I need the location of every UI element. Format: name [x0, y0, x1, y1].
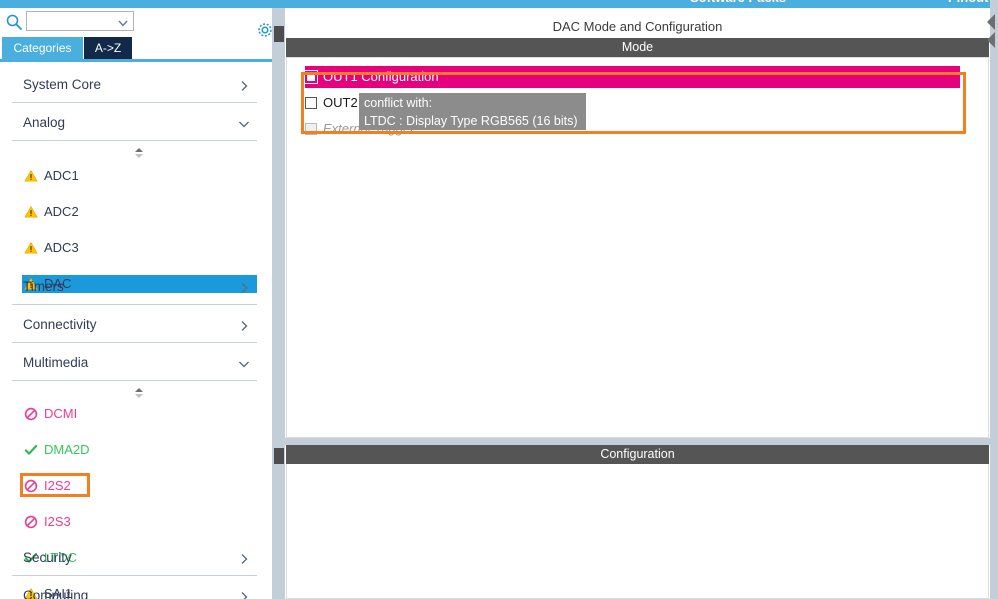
tooltip-line-2: LTDC : Display Type RGB565 (16 bits)	[364, 114, 578, 128]
blocked-icon	[24, 479, 38, 493]
mode-section-header: Mode	[286, 38, 989, 57]
multimedia-peripheral-list: DCMI DMA2D I2S2 I2S3 LTDC SAI1	[0, 405, 272, 599]
sidebar-section-label: Computing	[23, 588, 89, 599]
blocked-icon	[24, 515, 38, 529]
chevron-right-icon	[237, 79, 251, 93]
search-input[interactable]	[29, 13, 118, 31]
warning-icon	[24, 241, 38, 255]
sidebar-scroll-body: System Core Analog ADC1 ADC2 ADC3 DAC Ti…	[0, 62, 272, 599]
sidebar-tabs: Categories A->Z	[0, 37, 272, 59]
chevron-down-icon[interactable]	[117, 16, 129, 28]
mode-row-label: OUT1 Configuration	[323, 69, 439, 84]
collapse-panel-handle[interactable]	[985, 12, 998, 54]
sidebar-section-label: Analog	[23, 115, 66, 130]
chevron-right-icon	[237, 590, 251, 599]
sidebar-section-computing[interactable]: Computing	[12, 581, 257, 599]
sidebar-section-system-core[interactable]: System Core	[12, 70, 257, 103]
conflict-tooltip: conflict with: LTDC : Display Type RGB56…	[359, 93, 586, 130]
chevron-down-icon	[237, 117, 251, 131]
search-row	[0, 8, 272, 37]
sidebar-scrollbar-track[interactable]	[272, 8, 285, 599]
peripheral-label: DCMI	[44, 406, 78, 421]
analog-peripheral-list: ADC1 ADC2 ADC3 DAC	[0, 167, 272, 293]
chevron-right-icon	[237, 319, 251, 333]
sidebar-section-multimedia[interactable]: Multimedia	[12, 348, 257, 381]
sidebar-section-label: Timers	[23, 279, 64, 294]
sidebar-section-label: Security	[23, 550, 72, 565]
dac-configuration-panel: DAC Mode and Configuration Mode OUT1 Con…	[285, 8, 990, 599]
list-scroll-nub-multimedia[interactable]	[131, 386, 147, 398]
sidebar-section-label: System Core	[23, 77, 102, 92]
sidebar-section-label: Connectivity	[23, 317, 97, 332]
blocked-icon	[24, 407, 38, 421]
mode-panel: OUT1 Configuration OUT2 Configuration Ex…	[286, 57, 989, 438]
sidebar-section-label: Multimedia	[23, 355, 89, 370]
sidebar-section-analog[interactable]: Analog	[12, 108, 257, 141]
peripheral-item-adc3[interactable]: ADC3	[0, 239, 272, 257]
search-icon	[5, 13, 23, 31]
peripheral-label: ADC1	[44, 168, 79, 183]
peripheral-label: I2S2	[44, 478, 71, 493]
warning-icon	[24, 169, 38, 183]
app-menu-bar: Software Packs Pinout	[0, 0, 998, 8]
peripheral-item-dcmi[interactable]: DCMI	[0, 405, 272, 423]
menu-software-packs[interactable]: Software Packs	[690, 0, 786, 5]
peripheral-item-i2s3[interactable]: I2S3	[0, 513, 272, 531]
menu-pinout[interactable]: Pinout	[948, 0, 988, 5]
list-scroll-nub-analog[interactable]	[131, 146, 147, 158]
sidebar-scrollbar-thumb-top[interactable]	[274, 26, 284, 42]
sidebar-section-security[interactable]: Security	[12, 543, 257, 576]
chevron-right-icon	[237, 281, 251, 295]
configuration-panel	[286, 464, 989, 599]
configuration-section-header: Configuration	[286, 445, 989, 464]
tab-categories[interactable]: Categories	[2, 37, 83, 59]
checkbox-unchecked-icon[interactable]	[305, 97, 317, 109]
chevron-down-icon	[237, 357, 251, 371]
sidebar-section-connectivity[interactable]: Connectivity	[12, 310, 257, 343]
check-icon	[24, 443, 38, 457]
warning-icon	[24, 205, 38, 219]
mode-row-out1-configuration[interactable]: OUT1 Configuration	[304, 66, 960, 88]
peripheral-item-dma2d[interactable]: DMA2D	[0, 441, 272, 459]
peripheral-label: ADC3	[44, 240, 79, 255]
tooltip-line-1: conflict with:	[364, 96, 433, 110]
app-menu-labels: Software Packs Pinout	[0, 0, 998, 8]
peripheral-label: DMA2D	[44, 442, 90, 457]
search-combobox[interactable]	[26, 11, 134, 31]
tab-a-to-z[interactable]: A->Z	[84, 37, 132, 59]
checkbox-checked-icon[interactable]	[304, 70, 318, 84]
checkbox-disabled-icon	[305, 123, 317, 135]
peripheral-item-i2s2[interactable]: I2S2	[0, 477, 272, 495]
peripheral-item-adc2[interactable]: ADC2	[0, 203, 272, 221]
page-title: DAC Mode and Configuration	[552, 19, 723, 34]
panel-divider	[285, 438, 990, 445]
chevron-right-icon	[237, 552, 251, 566]
peripheral-label: ADC2	[44, 204, 79, 219]
sidebar-section-timers[interactable]: Timers	[12, 272, 257, 305]
peripheral-item-adc1[interactable]: ADC1	[0, 167, 272, 185]
peripheral-sidebar: Categories A->Z System Core Analog ADC1 …	[0, 8, 272, 599]
sidebar-scrollbar-thumb-bottom[interactable]	[274, 448, 284, 464]
peripheral-label: I2S3	[44, 514, 71, 529]
right-panel-edge	[990, 0, 998, 599]
stm32cubemx-window: Software Packs Pinout	[0, 0, 998, 599]
